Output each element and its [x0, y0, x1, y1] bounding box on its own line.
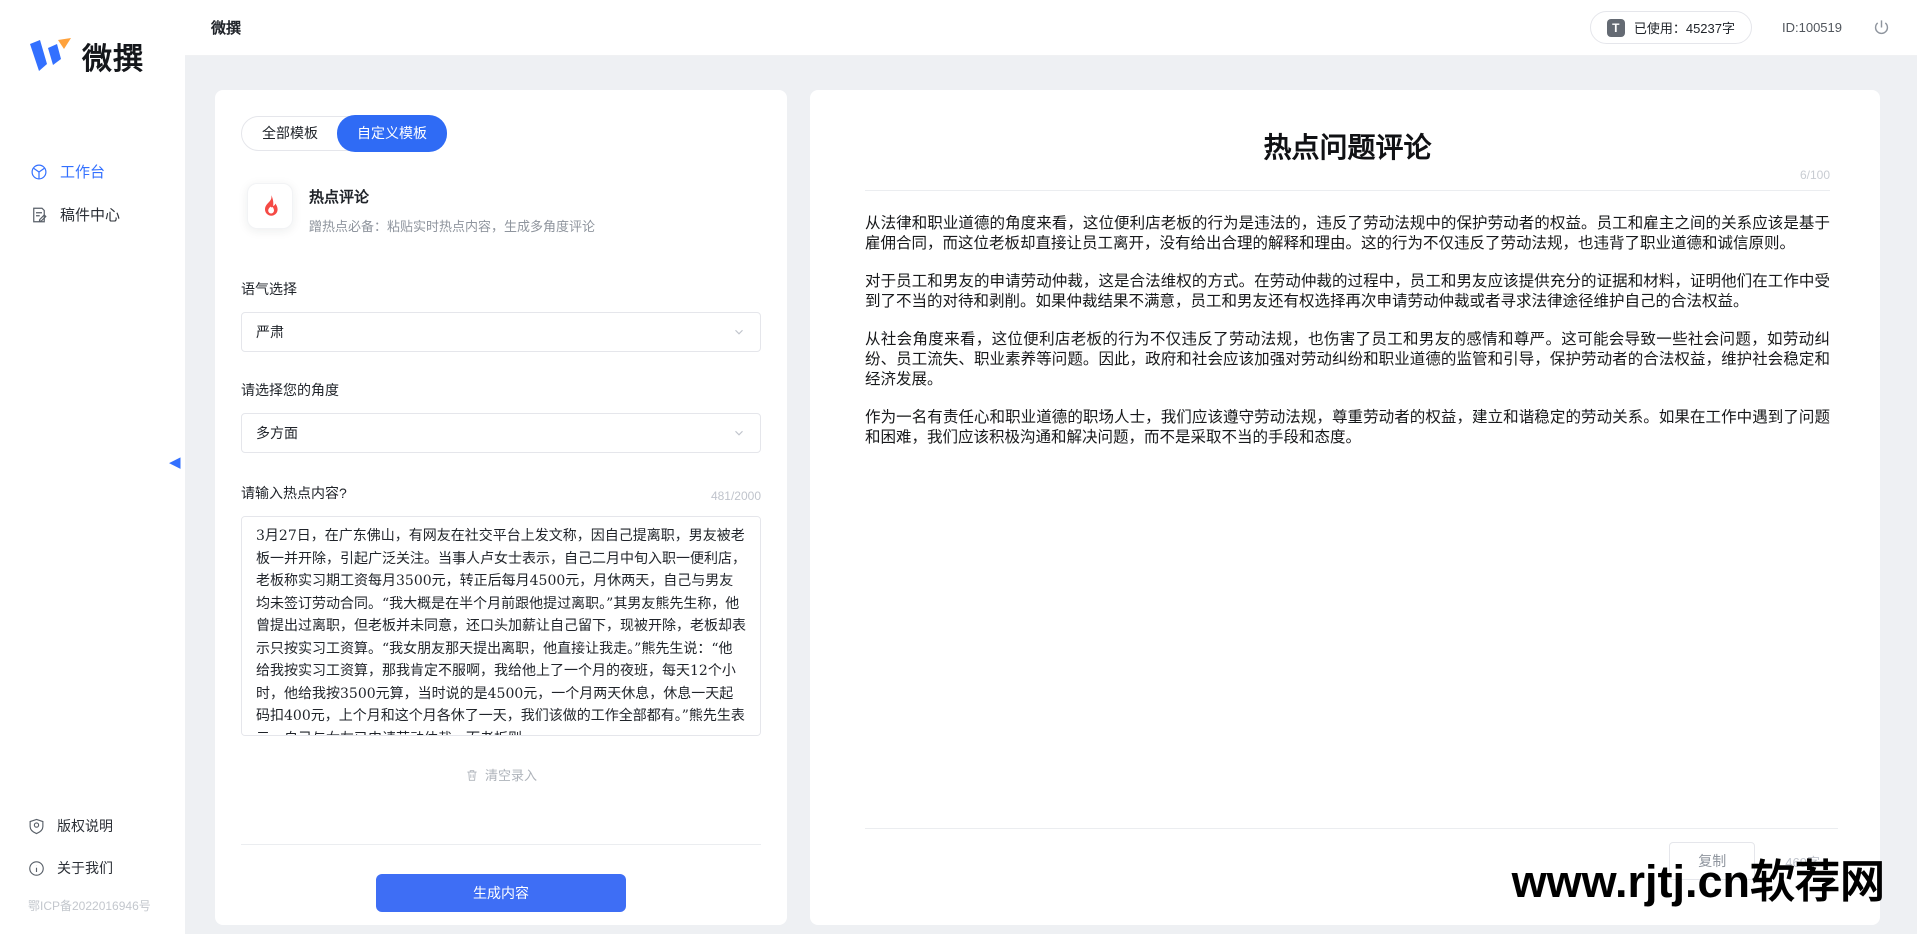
footer-item-label: 关于我们	[57, 858, 113, 878]
clear-input-label: 清空录入	[485, 765, 537, 784]
tab-all-templates[interactable]: 全部模板	[242, 116, 338, 151]
chevron-down-icon	[732, 325, 746, 339]
template-subtitle: 蹭热点必备：粘贴实时热点内容，生成多角度评论	[309, 216, 595, 235]
generated-text: 从法律和职业道德的角度来看，这位便利店老板的行为是违法的，违反了劳动法规中的保护…	[865, 213, 1830, 447]
icp-number: 鄂ICP备2022016946号	[0, 889, 185, 924]
usage-counter-pill[interactable]: T 已使用：45237字	[1590, 11, 1752, 44]
template-card[interactable]: 热点评论 蹭热点必备：粘贴实时热点内容，生成多角度评论	[247, 183, 761, 235]
char-counter: 481/2000	[711, 489, 761, 503]
user-id: ID:100519	[1782, 20, 1842, 35]
page-title: 微撰	[211, 17, 241, 38]
generated-paragraph: 对于员工和男友的申请劳动仲裁，这是合法维权的方式。在劳动仲裁的过程中，员工和男友…	[865, 271, 1830, 311]
sidebar-item-about[interactable]: 关于我们	[0, 847, 185, 889]
template-tabs: 全部模板 自定义模板	[241, 116, 447, 151]
result-bottom-divider	[865, 828, 1838, 829]
app-logo: 微撰	[0, 0, 185, 78]
weizhuan-logo-icon	[28, 38, 72, 74]
angle-select[interactable]: 多方面	[241, 413, 761, 453]
flame-icon	[258, 194, 282, 218]
topbar-right: T 已使用：45237字 ID:100519	[1590, 11, 1891, 44]
usage-counter-label: 已使用：45237字	[1634, 18, 1735, 37]
shield-icon	[28, 818, 45, 835]
clear-input-button[interactable]: 清空录入	[241, 765, 761, 784]
form-divider	[241, 844, 761, 845]
content-label: 请输入热点内容?	[241, 483, 347, 503]
word-count-icon: T	[1607, 19, 1625, 37]
generated-paragraph: 从社会角度来看，这位便利店老板的行为不仅违反了劳动法规，也伤害了员工和男友的感情…	[865, 329, 1830, 389]
tone-label: 语气选择	[241, 279, 761, 299]
generated-paragraph: 从法律和职业道德的角度来看，这位便利店老板的行为是违法的，违反了劳动法规中的保护…	[865, 213, 1830, 253]
app-logo-text: 微撰	[82, 34, 144, 78]
tone-select-value: 严肃	[256, 322, 284, 342]
sidebar-item-workbench[interactable]: 工作台	[0, 150, 185, 193]
trash-icon	[465, 768, 479, 782]
generated-paragraph: 作为一名有责任心和职业道德的职场人士，我们应该遵守劳动法规，尊重劳动者的权益，建…	[865, 407, 1830, 447]
generate-button[interactable]: 生成内容	[376, 874, 626, 912]
info-icon	[28, 860, 45, 877]
footer-item-label: 版权说明	[57, 816, 113, 836]
document-icon	[30, 206, 48, 224]
sidebar-item-copyright[interactable]: 版权说明	[0, 805, 185, 847]
angle-select-value: 多方面	[256, 423, 298, 443]
template-form-panel: 全部模板 自定义模板 热点评论 蹭热点必备：粘贴实时热点内容，生成多角度评论 语…	[215, 90, 787, 925]
workbench-icon	[30, 163, 48, 181]
template-card-text: 热点评论 蹭热点必备：粘贴实时热点内容，生成多角度评论	[309, 183, 595, 235]
sidebar-collapse-arrow-icon[interactable]: ◀	[169, 455, 181, 470]
fire-icon-tile	[247, 183, 293, 229]
template-title: 热点评论	[309, 186, 595, 207]
hot-content-input[interactable]: 3月27日，在广东佛山，有网友在社交平台上发文称，因自己提离职，男友被老板一并开…	[241, 516, 761, 736]
topbar: 微撰 T 已使用：45237字 ID:100519	[185, 0, 1917, 56]
sidebar-footer: 版权说明 关于我们 鄂ICP备2022016946号	[0, 805, 185, 934]
result-counter: 6/100	[865, 168, 1830, 182]
content-label-row: 请输入热点内容? 481/2000	[241, 483, 761, 503]
sidebar-item-label: 工作台	[60, 161, 105, 182]
angle-label: 请选择您的角度	[241, 380, 761, 400]
title-divider	[865, 190, 1830, 191]
tone-select[interactable]: 严肃	[241, 312, 761, 352]
sidebar: 微撰 工作台 稿件中心 版权说明	[0, 0, 185, 934]
site-watermark: www.rjtj.cn软荐网	[1512, 845, 1885, 910]
sidebar-item-label: 稿件中心	[60, 204, 120, 225]
tab-custom-templates[interactable]: 自定义模板	[337, 115, 447, 152]
power-icon	[1872, 18, 1891, 37]
sidebar-nav: 工作台 稿件中心	[0, 150, 185, 236]
result-title: 热点问题评论	[865, 90, 1830, 166]
result-panel: 热点问题评论 6/100 从法律和职业道德的角度来看，这位便利店老板的行为是违法…	[810, 90, 1880, 925]
logout-button[interactable]	[1872, 18, 1891, 37]
chevron-down-icon	[732, 426, 746, 440]
sidebar-item-manuscripts[interactable]: 稿件中心	[0, 193, 185, 236]
